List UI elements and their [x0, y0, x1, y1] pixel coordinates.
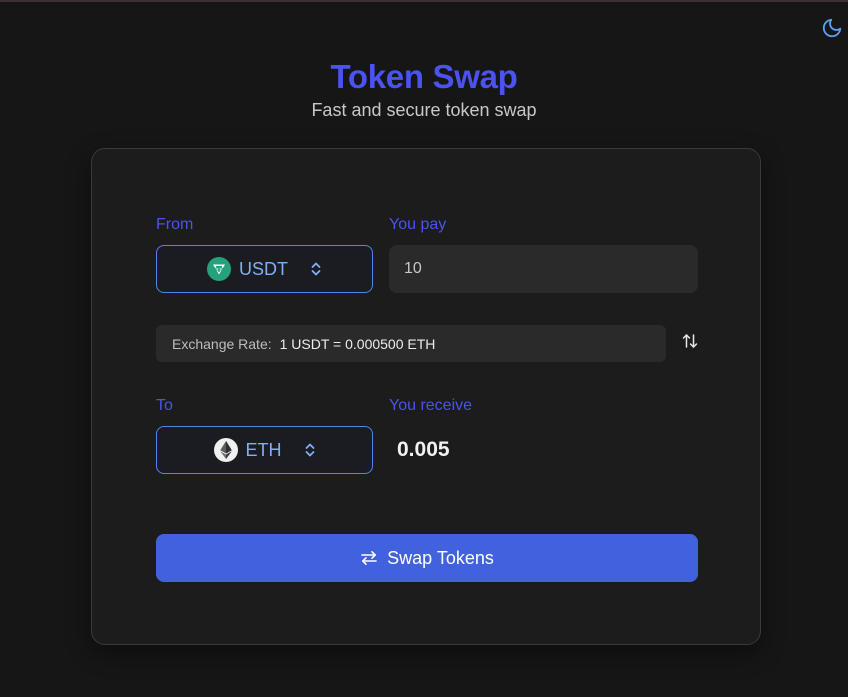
swap-vertical-icon	[682, 334, 698, 348]
receive-amount-value: 0.005	[397, 438, 450, 461]
from-token-select[interactable]: USDT	[156, 245, 373, 293]
to-token-name: ETH	[245, 439, 282, 460]
to-label: To	[156, 397, 173, 414]
chevron-up-down-icon	[304, 442, 316, 458]
exchange-rate-value: 1 USDT = 0.000500 ETH	[279, 335, 436, 352]
theme-toggle-button[interactable]	[821, 17, 843, 39]
you-receive-label: You receive	[389, 397, 473, 414]
exchange-rate-box: Exchange Rate: 1 USDT = 0.000500 ETH	[156, 325, 666, 362]
eth-icon	[213, 438, 238, 462]
window-top-border	[0, 0, 848, 2]
page-title: Token Swap	[330, 58, 518, 95]
from-label: From	[156, 216, 194, 233]
moon-icon	[822, 18, 842, 38]
swap-tokens-label: Swap Tokens	[387, 547, 494, 568]
page-subtitle: Fast and secure token swap	[311, 100, 537, 120]
swap-horizontal-icon	[361, 551, 377, 565]
exchange-rate-label: Exchange Rate:	[172, 335, 272, 352]
usdt-icon	[207, 257, 231, 281]
pay-amount-input[interactable]	[389, 245, 698, 293]
swap-tokens-button[interactable]: Swap Tokens	[156, 534, 698, 582]
to-token-select[interactable]: ETH	[156, 426, 373, 474]
you-pay-label: You pay	[389, 216, 447, 233]
swap-direction-button[interactable]	[681, 332, 699, 350]
from-token-name: USDT	[239, 258, 288, 279]
chevron-up-down-icon	[310, 261, 322, 277]
